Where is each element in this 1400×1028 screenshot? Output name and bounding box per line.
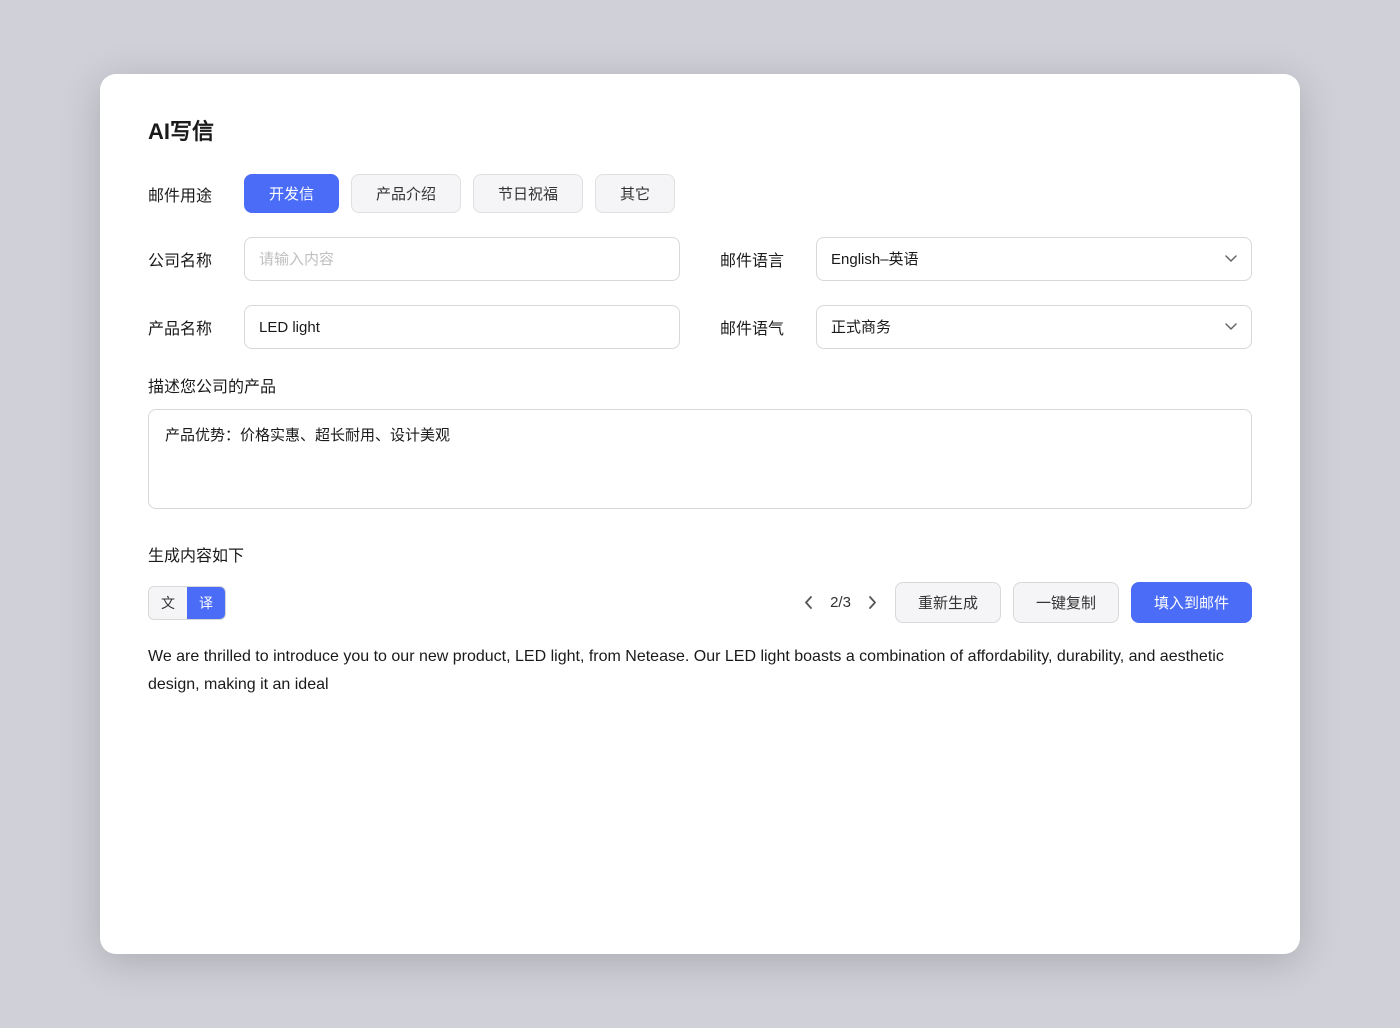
generated-label: 生成内容如下 bbox=[148, 542, 1252, 566]
product-field-group: 产品名称 bbox=[148, 305, 680, 349]
generated-toolbar: 文 译 2/3 重新生成 一键复制 bbox=[148, 582, 1252, 623]
purpose-row: 邮件用途 开发信 产品介绍 节日祝福 其它 bbox=[148, 174, 1252, 213]
lang-toggle: 文 译 bbox=[148, 586, 226, 620]
page-next-btn[interactable] bbox=[863, 592, 883, 613]
purpose-tab-group: 开发信 产品介绍 节日祝福 其它 bbox=[244, 174, 675, 213]
lang-original-btn[interactable]: 文 bbox=[149, 587, 187, 619]
pagination: 2/3 bbox=[798, 592, 883, 613]
product-tone-row: 产品名称 邮件语气 正式商务 友好轻松 专业严肃 bbox=[148, 305, 1252, 349]
company-field-group: 公司名称 bbox=[148, 237, 680, 281]
language-select[interactable]: English–英语 Chinese–中文 Japanese–日语 bbox=[816, 237, 1252, 281]
regenerate-button[interactable]: 重新生成 bbox=[895, 582, 1001, 623]
page-title: AI写信 bbox=[148, 114, 1252, 146]
page-info: 2/3 bbox=[830, 594, 851, 611]
generated-content: We are thrilled to introduce you to our … bbox=[148, 643, 1252, 699]
product-label: 产品名称 bbox=[148, 315, 228, 339]
copy-button[interactable]: 一键复制 bbox=[1013, 582, 1119, 623]
language-label: 邮件语言 bbox=[720, 247, 800, 271]
purpose-label: 邮件用途 bbox=[148, 182, 228, 206]
tab-qita[interactable]: 其它 bbox=[595, 174, 675, 213]
tab-jieri[interactable]: 节日祝福 bbox=[473, 174, 583, 213]
generated-section: 生成内容如下 文 译 2/3 bbox=[148, 542, 1252, 699]
company-label: 公司名称 bbox=[148, 247, 228, 271]
description-section: 描述您公司的产品 产品优势：价格实惠、超长耐用、设计美观 bbox=[148, 373, 1252, 514]
description-label: 描述您公司的产品 bbox=[148, 373, 1252, 397]
tone-label: 邮件语气 bbox=[720, 315, 800, 339]
tab-kaifa[interactable]: 开发信 bbox=[244, 174, 339, 213]
tab-chanpin[interactable]: 产品介绍 bbox=[351, 174, 461, 213]
product-input[interactable] bbox=[244, 305, 680, 349]
fill-email-button[interactable]: 填入到邮件 bbox=[1131, 582, 1252, 623]
tone-select[interactable]: 正式商务 友好轻松 专业严肃 bbox=[816, 305, 1252, 349]
language-field-group: 邮件语言 English–英语 Chinese–中文 Japanese–日语 bbox=[720, 237, 1252, 281]
page-prev-btn[interactable] bbox=[798, 592, 818, 613]
tone-field-group: 邮件语气 正式商务 友好轻松 专业严肃 bbox=[720, 305, 1252, 349]
company-language-row: 公司名称 邮件语言 English–英语 Chinese–中文 Japanese… bbox=[148, 237, 1252, 281]
description-textarea[interactable]: 产品优势：价格实惠、超长耐用、设计美观 bbox=[148, 409, 1252, 509]
company-input[interactable] bbox=[244, 237, 680, 281]
lang-translated-btn[interactable]: 译 bbox=[187, 587, 225, 619]
main-card: AI写信 邮件用途 开发信 产品介绍 节日祝福 其它 公司名称 邮件语言 Eng… bbox=[100, 74, 1300, 954]
